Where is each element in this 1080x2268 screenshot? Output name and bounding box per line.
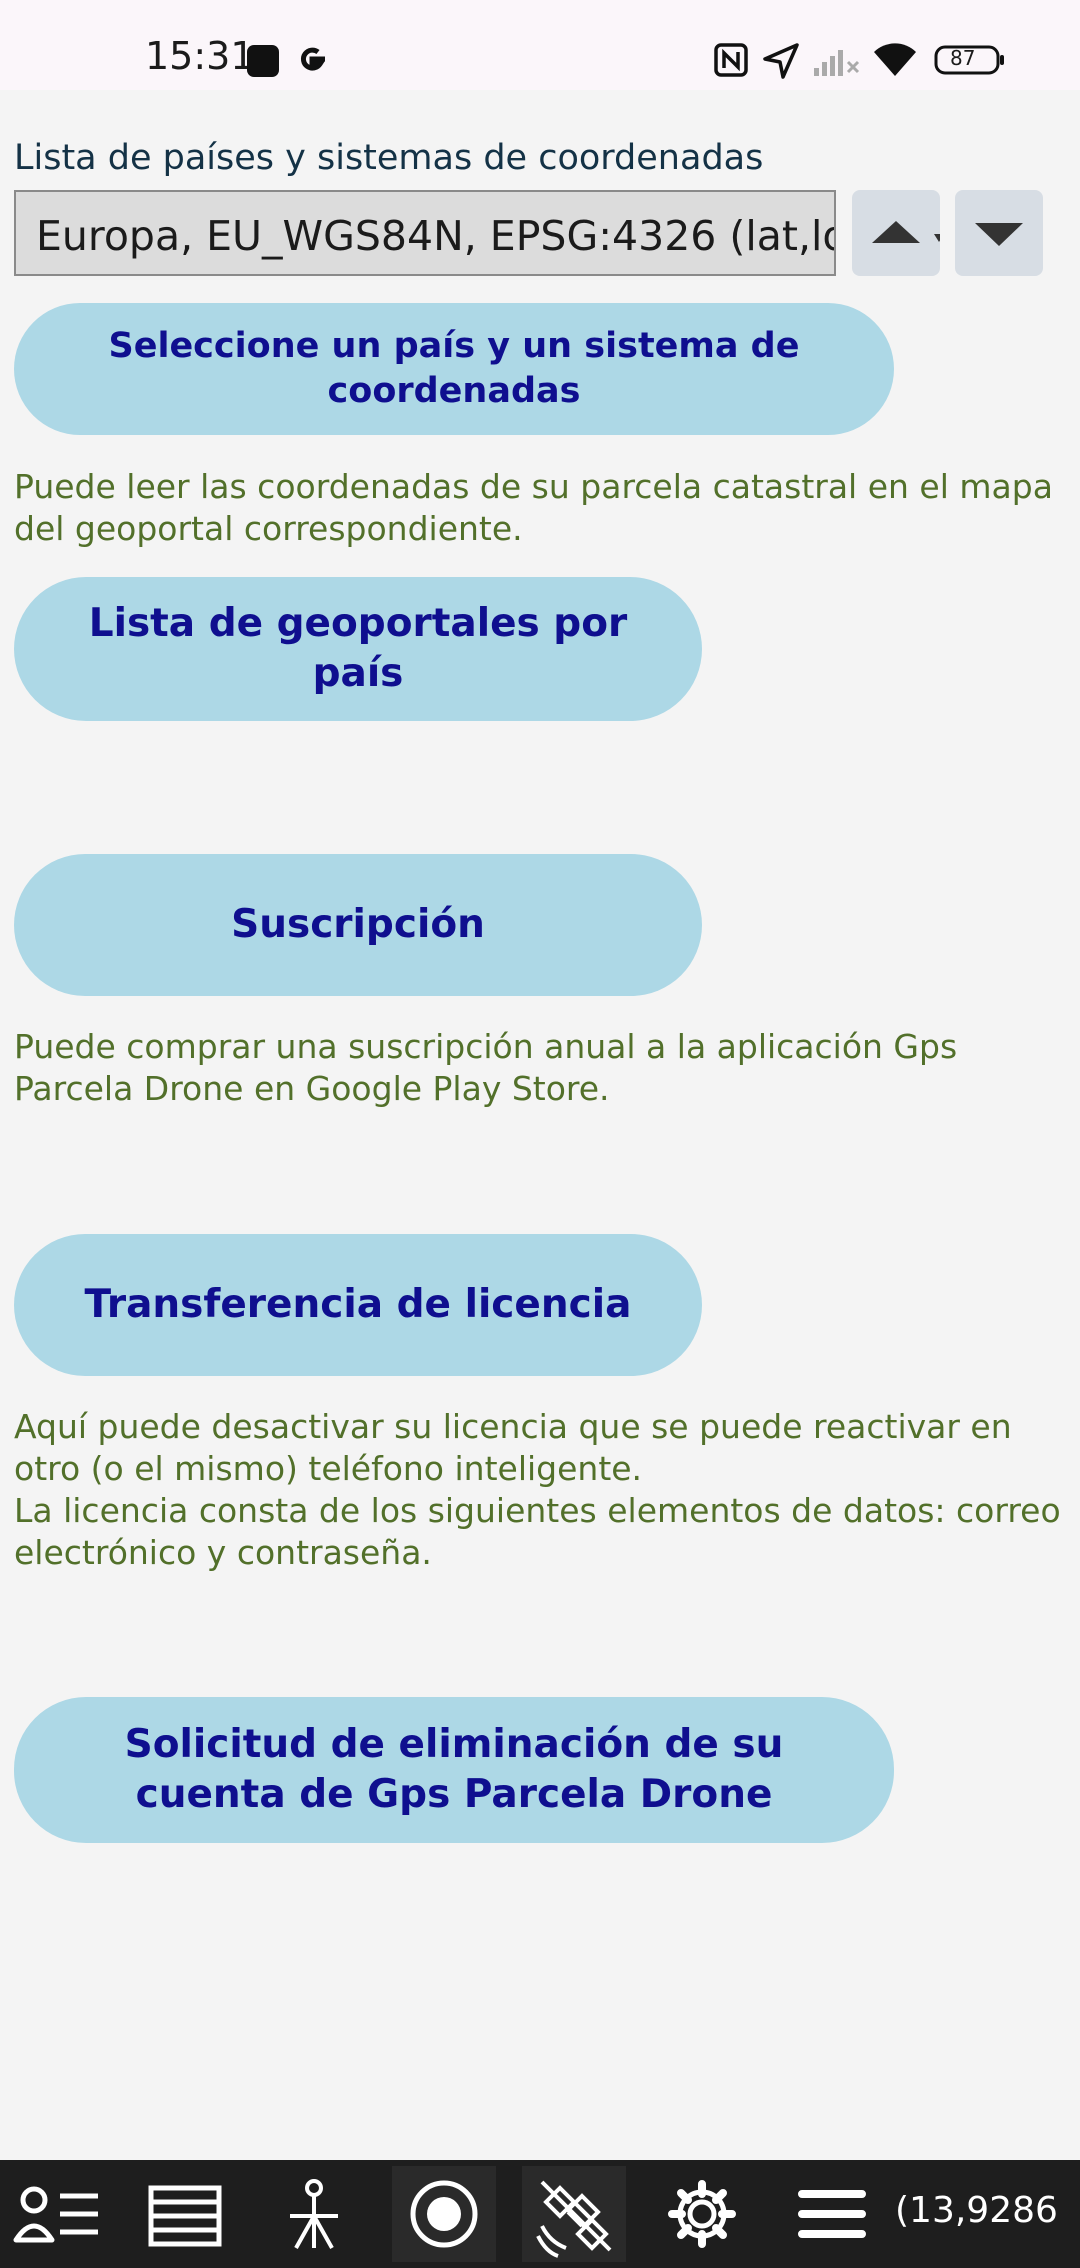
wifi-icon bbox=[874, 43, 916, 76]
license-transfer-button[interactable]: Transferencia de licencia bbox=[14, 1234, 702, 1376]
stop-square-icon bbox=[247, 45, 279, 77]
move-down-button[interactable] bbox=[955, 190, 1043, 276]
toolbar-settings-button[interactable] bbox=[650, 2166, 754, 2262]
dropdown-selected-value: Europa, EU_WGS84N, EPSG:4326 (lat,lon) bbox=[36, 212, 836, 260]
toolbar-menu-button[interactable] bbox=[780, 2166, 884, 2262]
triangle-up-icon bbox=[872, 221, 940, 243]
satellite-off-icon bbox=[536, 2180, 612, 2258]
toolbar-survey-button[interactable] bbox=[262, 2166, 366, 2262]
cadastral-description: Puede leer las coordenadas de su parcela… bbox=[14, 467, 1053, 548]
record-icon bbox=[410, 2180, 478, 2248]
license-description: Aquí puede desactivar su licencia que se… bbox=[14, 1407, 1061, 1572]
delete-account-button[interactable]: Solicitud de eliminación de su cuenta de… bbox=[14, 1697, 894, 1843]
layers-list-icon bbox=[148, 2185, 222, 2247]
survey-tripod-icon bbox=[290, 2179, 338, 2249]
toolbar-layers-button[interactable] bbox=[133, 2166, 237, 2262]
toolbar-user-list-button[interactable] bbox=[4, 2166, 108, 2262]
nfc-icon bbox=[714, 43, 748, 77]
user-list-icon bbox=[13, 2186, 98, 2243]
subscription-description: Puede comprar una suscripción anual a la… bbox=[14, 1027, 958, 1108]
select-country-button[interactable]: Seleccione un país y un sistema de coord… bbox=[14, 303, 894, 435]
country-system-dropdown[interactable]: Europa, EU_WGS84N, EPSG:4326 (lat,lon) bbox=[14, 190, 836, 276]
status-time: 15:31 bbox=[145, 34, 255, 78]
location-arrow-icon bbox=[763, 43, 799, 79]
move-up-button[interactable] bbox=[852, 190, 940, 276]
battery-level: 87 bbox=[950, 46, 976, 70]
gear-icon bbox=[668, 2180, 736, 2248]
google-g-icon bbox=[301, 47, 325, 71]
subscription-button[interactable]: Suscripción bbox=[14, 854, 702, 996]
geoportals-list-button[interactable]: Lista de geoportales por país bbox=[14, 577, 702, 721]
toolbar-record-button[interactable] bbox=[392, 2166, 496, 2262]
triangle-down-icon bbox=[975, 223, 1023, 246]
signal-no-service-icon bbox=[814, 50, 860, 76]
country-list-label: Lista de países y sistemas de coordenada… bbox=[14, 138, 764, 178]
status-bar: 15:31 87 bbox=[0, 0, 1080, 90]
coordinates-readout: (13,9286 bbox=[895, 2190, 1058, 2231]
toolbar-satellite-button[interactable] bbox=[522, 2166, 626, 2262]
hamburger-menu-icon bbox=[798, 2190, 866, 2238]
